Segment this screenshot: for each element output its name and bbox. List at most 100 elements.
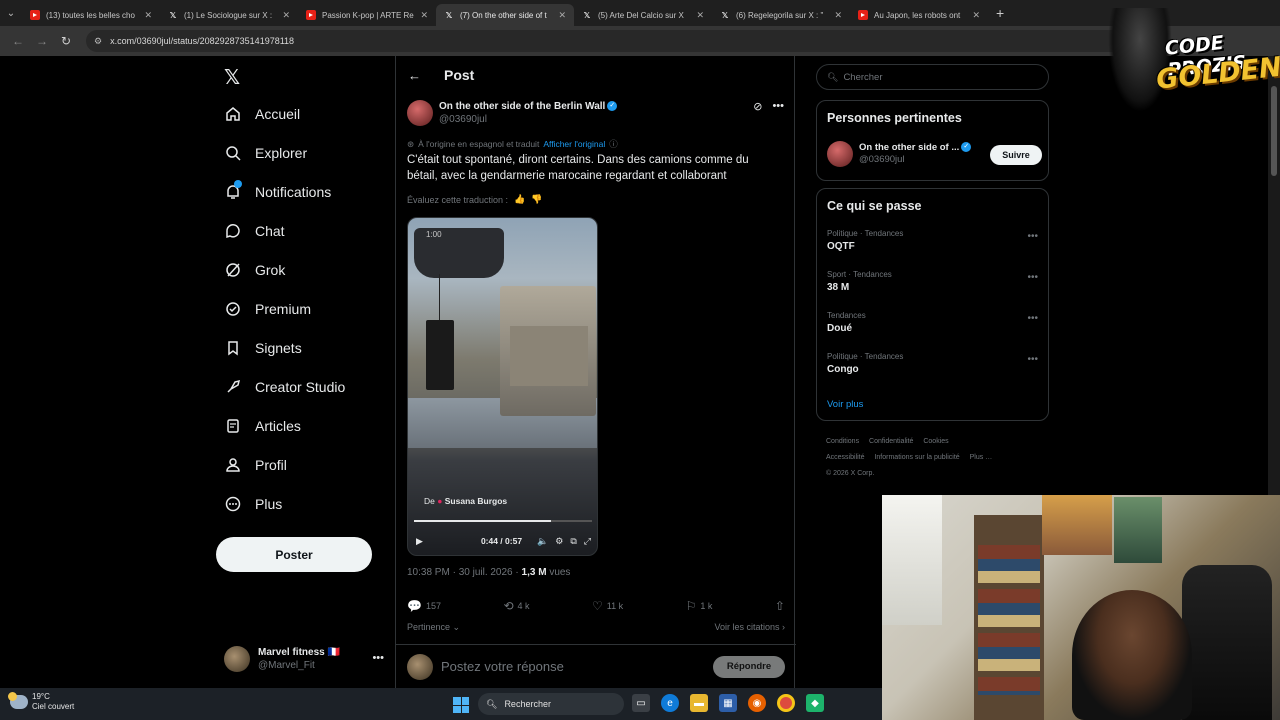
bookmark-count: 1 k — [700, 601, 713, 611]
browser-tab-active[interactable]: 𝕏 (7) On the other side of t ✕ — [436, 4, 574, 26]
chrome-icon[interactable] — [777, 694, 795, 712]
trend-item[interactable]: Politique · Tendances Congo ••• — [827, 352, 1042, 375]
more-icon[interactable]: ••• — [1027, 354, 1038, 365]
reply-input[interactable]: Postez votre réponse — [441, 659, 713, 674]
more-icon[interactable]: ••• — [772, 100, 784, 113]
nav-item-profil[interactable]: Profil — [224, 450, 287, 480]
avatar[interactable] — [407, 100, 433, 126]
nav-item-signets[interactable]: Signets — [224, 333, 302, 363]
footer-link[interactable]: Confidentialité — [869, 438, 913, 445]
video-credit[interactable]: De ● Susana Burgos — [424, 496, 507, 506]
nav-item-articles[interactable]: Articles — [224, 411, 301, 441]
more-icon[interactable]: ••• — [1027, 313, 1038, 324]
nav-item-accueil[interactable]: Accueil — [224, 99, 300, 129]
trend-item[interactable]: Politique · Tendances OQTF ••• — [827, 229, 1042, 252]
task-view-icon[interactable]: ▭ — [632, 694, 650, 712]
like-button[interactable]: ♡ 11 k — [592, 598, 623, 614]
close-tab-icon[interactable]: ✕ — [972, 10, 980, 21]
nav-item-notifications[interactable]: Notifications — [224, 177, 331, 207]
see-more-link[interactable]: Voir plus — [827, 399, 863, 410]
more-icon[interactable]: ••• — [372, 652, 384, 664]
grok-icon[interactable]: ⊘ — [753, 100, 762, 113]
nav-item-grok[interactable]: Grok — [224, 255, 285, 285]
browser-tab[interactable]: 𝕏 (1) Le Sociologue sur X : ✕ — [160, 4, 298, 26]
author-handle[interactable]: @03690jul — [439, 113, 617, 126]
back-icon[interactable]: ← — [6, 29, 30, 53]
site-info-icon[interactable]: ⚙ — [94, 36, 102, 47]
reply-button[interactable]: 💬 157 — [407, 598, 441, 614]
taskbar-search[interactable]: 🔍︎ Rechercher — [478, 693, 624, 715]
search-input[interactable]: 🔍︎ Chercher — [816, 64, 1049, 90]
close-tab-icon[interactable]: ✕ — [834, 10, 842, 21]
nav-item-chat[interactable]: Chat — [224, 216, 285, 246]
close-tab-icon[interactable]: ✕ — [696, 10, 704, 21]
firefox-icon[interactable]: ◉ — [748, 694, 766, 712]
nav-item-plus[interactable]: Plus — [224, 489, 282, 519]
browser-tab[interactable]: Passion K-pop | ARTE Re ✕ — [298, 4, 436, 26]
app-icon[interactable]: ◆ — [806, 694, 824, 712]
video-progress-bar[interactable] — [414, 520, 592, 522]
browser-tab[interactable]: (13) toutes les belles cho ✕ — [22, 4, 160, 26]
x-logo-icon[interactable]: 𝕏 — [224, 65, 240, 89]
relevance-sort-dropdown[interactable]: Pertinence ⌄ — [407, 622, 460, 633]
trend-item[interactable]: Tendances Doué ••• — [827, 311, 1042, 334]
settings-icon[interactable]: ⚙ — [555, 536, 563, 547]
thumbs-down-icon[interactable]: 👎 — [531, 194, 542, 205]
home-icon — [224, 105, 242, 123]
browser-tab[interactable]: 𝕏 (5) Arte Del Calcio sur X ✕ — [574, 4, 712, 26]
repost-button[interactable]: ⟲ 4 k — [503, 598, 529, 614]
post-timestamp[interactable]: 10:38 PM · 30 juil. 2026 · — [407, 567, 519, 578]
footer-link[interactable]: Informations sur la publicité — [874, 454, 959, 461]
new-tab-button[interactable]: + — [988, 5, 1012, 21]
rate-label: Évaluez cette traduction : — [407, 194, 509, 205]
post-author[interactable]: On the other side of the Berlin Wall ✓ @0… — [407, 100, 618, 126]
picture-in-picture-icon[interactable]: ⧉ — [570, 536, 576, 547]
share-button[interactable]: ⇧ — [775, 598, 785, 614]
footer-link[interactable]: Cookies — [923, 438, 948, 445]
trend-item[interactable]: Sport · Tendances 38 M ••• — [827, 270, 1042, 293]
url-input[interactable]: ⚙ x.com/03690jul/status/2082928735141978… — [86, 30, 1146, 52]
close-tab-icon[interactable]: ✕ — [144, 10, 152, 21]
forward-icon[interactable]: → — [30, 29, 54, 53]
video-player[interactable]: 1:00 De ● Susana Burgos ▶ 0:44 / 0:57 🔈 … — [407, 217, 598, 556]
show-original-link[interactable]: Afficher l'original — [543, 139, 605, 149]
close-tab-icon[interactable]: ✕ — [420, 10, 428, 21]
back-arrow-icon[interactable]: ← — [408, 68, 428, 83]
file-explorer-icon[interactable]: ▬ — [690, 694, 708, 712]
volume-icon[interactable]: 🔈 — [537, 536, 548, 547]
footer-link[interactable]: Accessibilité — [826, 454, 865, 461]
edge-icon[interactable]: e — [661, 694, 679, 712]
follow-button[interactable]: Suivre — [990, 145, 1042, 165]
post-button[interactable]: Poster — [216, 537, 372, 572]
nav-item-explorer[interactable]: Explorer — [224, 138, 307, 168]
footer-link[interactable]: Conditions — [826, 438, 859, 445]
reload-icon[interactable]: ↻ — [54, 29, 78, 53]
close-tab-icon[interactable]: ✕ — [282, 10, 290, 21]
nav-item-creator-studio[interactable]: Creator Studio — [224, 372, 345, 402]
play-icon[interactable]: ▶ — [416, 536, 423, 547]
weather-widget[interactable]: 19°C Ciel couvert — [8, 692, 74, 712]
nav-item-premium[interactable]: Premium — [224, 294, 311, 324]
view-quotes-link[interactable]: Voir les citations › — [714, 622, 785, 633]
author-name[interactable]: On the other side of the Berlin Wall — [439, 101, 605, 112]
browser-tab[interactable]: Au Japon, les robots ont ✕ — [850, 4, 988, 26]
avatar[interactable] — [827, 141, 853, 167]
info-icon[interactable]: ⓘ — [609, 138, 618, 150]
bookmark-button[interactable]: ⚐ 1 k — [686, 598, 713, 614]
close-tab-icon[interactable]: ✕ — [558, 10, 566, 21]
relevant-name[interactable]: On the other side of ... — [859, 142, 959, 153]
more-circle-icon — [224, 495, 242, 513]
store-icon[interactable]: ▦ — [719, 694, 737, 712]
more-icon[interactable]: ••• — [1027, 231, 1038, 242]
windows-start-icon[interactable] — [453, 697, 469, 713]
footer-link[interactable]: Plus … — [970, 454, 993, 461]
browser-tab[interactable]: 𝕏 (6) Regelegorila sur X : " ✕ — [712, 4, 850, 26]
account-switcher[interactable]: Marvel fitness 🇫🇷 @Marvel_Fit ••• — [224, 644, 384, 674]
fullscreen-icon[interactable]: ⤢ — [584, 536, 591, 547]
reply-composer: Postez votre réponse Répondre — [396, 644, 796, 688]
thumbs-up-icon[interactable]: 👍 — [514, 194, 525, 205]
relevant-person[interactable]: On the other side of ... ✓ @03690jul Suiv… — [827, 141, 1042, 167]
more-icon[interactable]: ••• — [1027, 272, 1038, 283]
reply-submit-button[interactable]: Répondre — [713, 655, 785, 678]
tab-search-button[interactable]: ⌄ — [0, 0, 22, 26]
